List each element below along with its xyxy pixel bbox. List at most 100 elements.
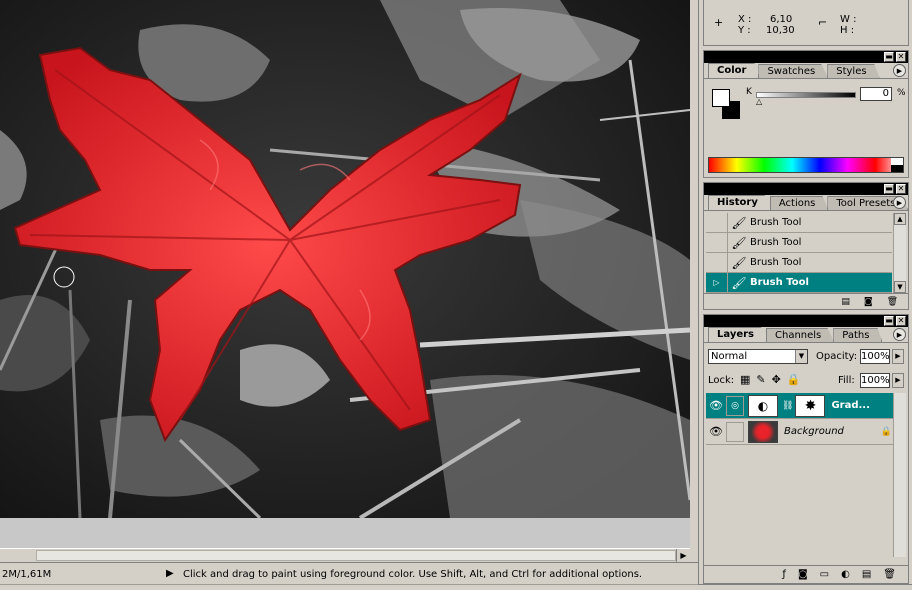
gradient-map-icon: ◐ [748, 394, 778, 417]
history-item-label: Brush Tool [750, 217, 802, 228]
lock-label: Lock: [708, 375, 735, 386]
brush-icon: 🖌 [731, 235, 747, 250]
close-icon[interactable]: ✕ [896, 316, 906, 326]
canvas-pasteboard [0, 518, 690, 548]
horizontal-scrollbar[interactable]: ▶ [0, 548, 690, 562]
tab-channels[interactable]: Channels [766, 328, 835, 342]
scroll-down-arrow[interactable]: ▼ [894, 281, 906, 293]
trash-icon[interactable]: 🗑 [883, 569, 896, 580]
scroll-right-arrow[interactable]: ▶ [676, 549, 690, 562]
tab-color[interactable]: Color [708, 63, 760, 78]
tab-swatches[interactable]: Swatches [758, 64, 829, 78]
history-state-marker[interactable]: ▷ [706, 272, 728, 293]
new-group-icon[interactable]: ▭ [820, 569, 829, 580]
history-panel-titlebar[interactable]: ▬ ✕ [704, 183, 908, 195]
layer-name[interactable]: Grad... [831, 400, 869, 411]
history-item-label: Brush Tool [750, 237, 802, 248]
layer-brush-icon[interactable]: ◎ [726, 395, 744, 416]
lock-transparency-icon[interactable]: ▦ [740, 373, 750, 386]
layer-row[interactable]: 👁 Background 🔒 [706, 419, 896, 445]
brush-icon: 🖌 [731, 275, 747, 290]
history-source-slot[interactable] [706, 212, 728, 233]
new-layer-icon[interactable]: ▤ [862, 569, 871, 580]
color-ramp[interactable] [708, 157, 904, 173]
lock-icon: 🔒 [880, 426, 892, 437]
layer-thumbnail [748, 420, 778, 443]
history-item-selected[interactable]: ▷ 🖌 Brush Tool [706, 272, 892, 293]
tab-history[interactable]: History [708, 195, 771, 210]
w-label: W : [840, 14, 857, 25]
layer-row-selected[interactable]: 👁 ◎ ◐ ⛓ ✸ Grad... [706, 393, 896, 419]
scroll-up-arrow[interactable]: ▲ [894, 213, 906, 225]
history-item[interactable]: 🖌 Brush Tool [706, 212, 892, 233]
layers-list: 👁 ◎ ◐ ⛓ ✸ Grad... 👁 Background 🔒 [706, 393, 896, 557]
link-icon[interactable]: ⛓ [782, 401, 793, 411]
k-channel-slider[interactable] [756, 92, 856, 98]
lock-image-icon[interactable]: ✎ [756, 373, 765, 386]
history-tabs: History Actions Tool Presets ▶ [704, 195, 909, 211]
y-label: Y : [738, 25, 751, 36]
fill-input[interactable]: 100% [860, 373, 890, 388]
info-panel: + X : 6,10 Y : 10,30 ⌐ W : H : [703, 0, 909, 46]
history-source-slot[interactable] [706, 252, 728, 273]
close-icon[interactable]: ✕ [896, 52, 906, 62]
h-label: H : [840, 25, 855, 36]
layer-name[interactable]: Background [784, 426, 844, 437]
color-tabs: Color Swatches Styles ▶ [704, 63, 908, 79]
lock-options: ▦ ✎ ✥ 🔒 [740, 373, 801, 386]
adjustment-layer-icon[interactable]: ◐ [841, 569, 850, 580]
layer-style-icon[interactable]: ƒ [782, 569, 786, 580]
trash-icon[interactable]: 🗑 [887, 297, 898, 307]
minimize-icon[interactable]: ▬ [884, 184, 894, 194]
status-bar: 2M/1,61M ▶ Click and drag to paint using… [0, 562, 698, 590]
x-label: X : [738, 14, 752, 25]
panel-menu-icon[interactable]: ▶ [893, 196, 906, 209]
tab-layers[interactable]: Layers [708, 327, 767, 342]
opacity-input[interactable]: 100% [860, 349, 890, 364]
history-scrollbar[interactable]: ▲ ▼ [893, 213, 906, 293]
layer-brush-slot[interactable] [726, 421, 744, 442]
history-list: 🖌 Brush Tool 🖌 Brush Tool 🖌 Brush Tool ▷… [706, 212, 892, 293]
foreground-color-swatch[interactable] [712, 89, 730, 107]
lock-all-icon[interactable]: 🔒 [787, 373, 801, 386]
status-menu-arrow-icon[interactable]: ▶ [166, 568, 174, 579]
tab-styles[interactable]: Styles [827, 64, 880, 78]
layers-footer: ƒ ◙ ▭ ◐ ▤ 🗑 [704, 565, 908, 583]
lock-position-icon[interactable]: ✥ [772, 373, 781, 386]
document-size: 2M/1,61M [2, 569, 52, 580]
blend-mode-select[interactable]: Normal ▼ [708, 349, 808, 364]
close-icon[interactable]: ✕ [896, 184, 906, 194]
dock-bottom-edge [698, 584, 912, 590]
opacity-arrow-icon[interactable]: ▶ [892, 349, 904, 364]
tab-actions[interactable]: Actions [769, 196, 829, 210]
panel-menu-icon[interactable]: ▶ [893, 64, 906, 77]
tab-paths[interactable]: Paths [833, 328, 883, 342]
eye-icon[interactable]: 👁 [706, 425, 726, 438]
k-channel-label: K [746, 87, 752, 97]
minimize-icon[interactable]: ▬ [884, 52, 894, 62]
history-item[interactable]: 🖌 Brush Tool [706, 232, 892, 253]
layers-scrollbar[interactable] [893, 393, 906, 557]
chevron-down-icon[interactable]: ▼ [795, 350, 807, 363]
history-source-slot[interactable] [706, 232, 728, 253]
opacity-label: Opacity: [816, 351, 858, 362]
k-channel-input[interactable]: 0 [860, 87, 892, 101]
panel-menu-icon[interactable]: ▶ [893, 328, 906, 341]
new-snapshot-icon[interactable]: ◙ [864, 297, 873, 307]
minimize-icon[interactable]: ▬ [884, 316, 894, 326]
fill-arrow-icon[interactable]: ▶ [892, 373, 904, 388]
layer-mask-thumbnail[interactable]: ✸ [795, 394, 826, 417]
color-panel-titlebar[interactable]: ▬ ✕ [704, 51, 908, 63]
layers-tabs: Layers Channels Paths ▶ [704, 327, 908, 343]
scroll-track[interactable] [36, 550, 676, 561]
layers-panel-titlebar[interactable]: ▬ ✕ [704, 315, 908, 327]
eye-icon[interactable]: 👁 [706, 399, 726, 412]
add-mask-icon[interactable]: ◙ [798, 569, 808, 580]
slider-thumb-icon[interactable]: △ [756, 97, 762, 106]
canvas-image [0, 0, 690, 518]
y-value: 10,30 [766, 25, 795, 36]
new-document-icon[interactable]: ▤ [841, 297, 850, 307]
brush-icon: 🖌 [731, 215, 747, 230]
history-item[interactable]: 🖌 Brush Tool [706, 252, 892, 273]
document-canvas[interactable] [0, 0, 690, 518]
